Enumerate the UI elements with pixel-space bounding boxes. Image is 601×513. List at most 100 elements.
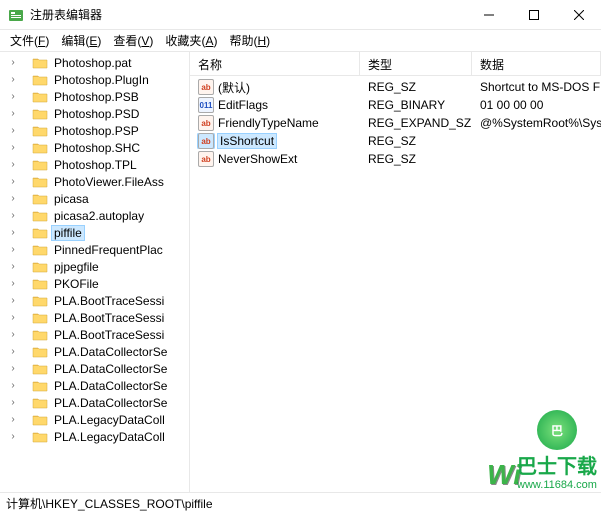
tree-item-label: Photoshop.PlugIn [52,73,151,87]
tree-item[interactable]: ››PLA.DataCollectorSe [0,343,189,360]
chevron-right-icon: › [8,380,18,391]
tree-item[interactable]: ››Photoshop.PlugIn [0,71,189,88]
chevron-right-icon: › [8,193,18,204]
close-button[interactable] [556,0,601,29]
tree-item-label: pjpegfile [52,260,101,274]
tree-item-label: Photoshop.SHC [52,141,142,155]
tree-item[interactable]: ››PLA.LegacyDataColl [0,411,189,428]
value-name: NeverShowExt [218,152,297,166]
tree-item-label: PinnedFrequentPlac [52,243,165,257]
list-row[interactable]: abIsShortcutREG_SZ [190,132,601,150]
tree-item[interactable]: ››PLA.BootTraceSessi [0,326,189,343]
chevron-right-icon: › [8,57,18,68]
tree-item[interactable]: ››PLA.BootTraceSessi [0,309,189,326]
list-row[interactable]: ab(默认)REG_SZShortcut to MS-DOS F [190,78,601,96]
tree-item-label: picasa [52,192,91,206]
tree-panel[interactable]: ››Photoshop.pat››Photoshop.PlugIn››Photo… [0,52,190,492]
menu-file[interactable]: 文件(F) [4,30,55,51]
folder-icon [32,209,48,223]
menu-help[interactable]: 帮助(H) [223,30,276,51]
value-data: Shortcut to MS-DOS F [472,80,601,94]
app-icon [8,7,24,23]
list-header: 名称 类型 数据 [190,52,601,76]
tree-item[interactable]: ››Photoshop.SHC [0,139,189,156]
content-area: ››Photoshop.pat››Photoshop.PlugIn››Photo… [0,52,601,492]
list-row[interactable]: 011EditFlagsREG_BINARY01 00 00 00 [190,96,601,114]
window-buttons [466,0,601,29]
tree-item[interactable]: ››Photoshop.PSB [0,88,189,105]
window-title: 注册表编辑器 [30,6,466,23]
folder-icon [32,175,48,189]
tree-item[interactable]: ››PLA.BootTraceSessi [0,292,189,309]
column-header-data[interactable]: 数据 [472,52,601,75]
tree-item[interactable]: ››Photoshop.TPL [0,156,189,173]
tree-item[interactable]: ››PKOFile [0,275,189,292]
chevron-right-icon: › [8,363,18,374]
tree-item[interactable]: ››PinnedFrequentPlac [0,241,189,258]
tree-item[interactable]: ››picasa [0,190,189,207]
chevron-right-icon: › [8,278,18,289]
menu-view[interactable]: 查看(V) [107,30,159,51]
value-type: REG_SZ [360,80,472,94]
tree-item-label: Photoshop.pat [52,56,133,70]
tree-item[interactable]: ››Photoshop.PSP [0,122,189,139]
folder-icon [32,56,48,70]
tree-item[interactable]: ››PLA.LegacyDataColl [0,428,189,445]
folder-icon [32,158,48,172]
chevron-right-icon: › [8,261,18,272]
tree-item-label: Photoshop.TPL [52,158,139,172]
tree-item[interactable]: ››piffile [0,224,189,241]
chevron-right-icon: › [8,125,18,136]
list-row[interactable]: abNeverShowExtREG_SZ [190,150,601,168]
folder-icon [32,362,48,376]
tree-item[interactable]: ››picasa2.autoplay [0,207,189,224]
column-header-name[interactable]: 名称 [190,52,360,75]
value-name: FriendlyTypeName [218,116,319,130]
tree-item[interactable]: ››pjpegfile [0,258,189,275]
chevron-right-icon: › [8,244,18,255]
list-panel: 名称 类型 数据 ab(默认)REG_SZShortcut to MS-DOS … [190,52,601,492]
chevron-right-icon: › [8,74,18,85]
value-type: REG_EXPAND_SZ [360,116,472,130]
list-row[interactable]: abFriendlyTypeNameREG_EXPAND_SZ@%SystemR… [190,114,601,132]
tree-item[interactable]: ››PLA.DataCollectorSe [0,360,189,377]
folder-icon [32,379,48,393]
tree-item[interactable]: ››Photoshop.PSD [0,105,189,122]
minimize-button[interactable] [466,0,511,29]
folder-icon [32,294,48,308]
status-path: 计算机\HKEY_CLASSES_ROOT\piffile [6,495,213,512]
value-name: EditFlags [218,98,268,112]
column-header-type[interactable]: 类型 [360,52,472,75]
folder-icon [32,311,48,325]
folder-icon [32,430,48,444]
string-value-icon: ab [198,79,214,95]
tree-item[interactable]: ››PLA.DataCollectorSe [0,377,189,394]
folder-icon [32,243,48,257]
tree-item[interactable]: ››PhotoViewer.FileAss [0,173,189,190]
tree-item-label: PLA.BootTraceSessi [52,294,166,308]
chevron-right-icon: › [8,346,18,357]
tree-item-label: picasa2.autoplay [52,209,146,223]
tree-item[interactable]: ››Photoshop.pat [0,54,189,71]
maximize-button[interactable] [511,0,556,29]
chevron-right-icon: › [8,312,18,323]
folder-icon [32,73,48,87]
folder-icon [32,260,48,274]
chevron-right-icon: › [8,329,18,340]
menu-favorites[interactable]: 收藏夹(A) [159,30,223,51]
tree-item-label: PLA.DataCollectorSe [52,345,169,359]
tree-item[interactable]: ››PLA.DataCollectorSe [0,394,189,411]
value-name: IsShortcut [218,134,276,148]
tree-item-label: Photoshop.PSD [52,107,141,121]
folder-icon [32,396,48,410]
tree-item-label: PhotoViewer.FileAss [52,175,166,189]
value-data: @%SystemRoot%\Sys [472,116,601,130]
folder-icon [32,141,48,155]
folder-icon [32,413,48,427]
list-body[interactable]: ab(默认)REG_SZShortcut to MS-DOS F011EditF… [190,76,601,168]
menu-edit[interactable]: 编辑(E) [55,30,107,51]
value-type: REG_SZ [360,134,472,148]
value-data: 01 00 00 00 [472,98,601,112]
tree-item-label: PLA.LegacyDataColl [52,413,167,427]
chevron-right-icon: › [8,295,18,306]
